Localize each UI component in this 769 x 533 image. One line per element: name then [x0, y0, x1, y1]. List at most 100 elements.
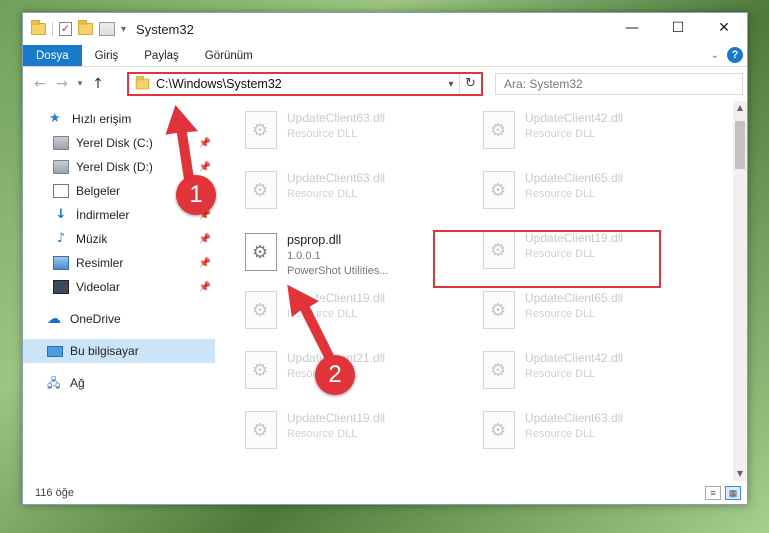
vertical-scrollbar[interactable]: ▲ ▼	[733, 101, 747, 481]
close-button[interactable]: ✕	[701, 13, 747, 43]
videos-icon	[53, 280, 69, 294]
chevron-down-icon[interactable]: ▾	[121, 24, 126, 35]
file-description: Resource DLL	[287, 188, 358, 200]
sidebar-item-network[interactable]: 🖧 Ağ	[23, 371, 215, 395]
file-name: UpdateClient63.dll	[525, 411, 624, 425]
up-button[interactable]: ↑	[87, 76, 109, 92]
file-name: UpdateClient42.dll	[525, 351, 624, 365]
address-bar[interactable]: C:\Windows\System32 ▾ ↻	[127, 72, 483, 96]
properties-check-icon[interactable]: ✓	[59, 22, 72, 36]
file-name: UpdateClient19.dll	[287, 411, 386, 425]
pin-icon[interactable]: 📌	[199, 162, 211, 173]
network-icon: 🖧	[47, 376, 61, 390]
dll-file-icon	[245, 291, 277, 329]
maximize-button[interactable]: ☐	[655, 13, 701, 43]
window-title: System32	[136, 21, 194, 37]
file-description: Resource DLL	[525, 188, 596, 200]
sidebar-item-videos[interactable]: Videolar 📌	[23, 275, 215, 299]
tab-share[interactable]: Paylaş	[131, 45, 192, 66]
details-view-icon[interactable]: ≡	[705, 486, 721, 500]
file-item[interactable]: UpdateClient42.dll Resource DLL	[483, 351, 713, 401]
sidebar-item-label: Resimler	[76, 256, 124, 270]
sidebar-item-music[interactable]: ♪ Müzik 📌	[23, 227, 215, 251]
file-item[interactable]: UpdateClient19.dll Resource DLL	[245, 291, 475, 341]
tab-view[interactable]: Görünüm	[192, 45, 266, 66]
recent-locations-button[interactable]: ▾	[73, 79, 87, 89]
address-dropdown-icon[interactable]: ▾	[443, 79, 459, 90]
sidebar-item-disk-c[interactable]: Yerel Disk (C:) 📌	[23, 131, 215, 155]
item-count: 116 öğe	[35, 487, 74, 499]
computer-icon	[47, 345, 63, 357]
sidebar-item-quick-access[interactable]: ★ Hızlı erişim	[23, 107, 215, 131]
tiles-view-icon[interactable]: ▦	[725, 486, 741, 500]
cloud-icon: ☁	[47, 311, 61, 327]
main-area: ★ Hızlı erişim Yerel Disk (C:) 📌 Yerel D…	[23, 101, 747, 481]
file-description: Resource DLL	[525, 428, 596, 440]
highlight-box	[433, 230, 661, 288]
file-name: UpdateClient19.dll	[287, 291, 386, 305]
file-item[interactable]: UpdateClient19.dll Resource DLL	[245, 411, 475, 461]
dll-file-icon	[245, 411, 277, 449]
dll-file-icon	[245, 171, 277, 209]
download-icon: ↓	[55, 207, 67, 222]
dll-file-icon	[483, 291, 515, 329]
search-input[interactable]: Ara: System32	[495, 73, 743, 95]
file-item[interactable]: UpdateClient21.dll Resource DLL	[245, 351, 475, 401]
customize-toolbar-icon[interactable]	[99, 22, 115, 36]
sidebar-item-label: Ağ	[70, 376, 85, 390]
file-item[interactable]: UpdateClient65.dll Resource DLL	[483, 291, 713, 341]
sidebar-item-label: Yerel Disk (D:)	[76, 160, 153, 174]
pin-icon[interactable]: 📌	[199, 258, 211, 269]
sidebar-item-pictures[interactable]: Resimler 📌	[23, 251, 215, 275]
file-name: UpdateClient63.dll	[287, 171, 386, 185]
music-icon: ♪	[56, 231, 66, 246]
file-description: Resource DLL	[525, 368, 596, 380]
dll-file-icon	[483, 171, 515, 209]
scroll-down-icon[interactable]: ▼	[733, 467, 747, 481]
dll-file-icon	[483, 411, 515, 449]
sidebar-item-onedrive[interactable]: ☁ OneDrive	[23, 307, 215, 331]
dll-file-icon	[245, 111, 277, 149]
tab-home[interactable]: Giriş	[82, 45, 132, 66]
file-description: Resource DLL	[287, 428, 358, 440]
file-item[interactable]: UpdateClient63.dll Resource DLL	[245, 171, 475, 221]
title-bar: ✓ ▾ System32 — ☐ ✕	[23, 13, 747, 45]
forward-button[interactable]: →	[51, 76, 73, 92]
file-description: Resource DLL	[287, 128, 358, 140]
file-version: 1.0.0.1	[287, 250, 321, 262]
separator	[52, 22, 53, 36]
file-description: Resource DLL	[525, 128, 596, 140]
address-text[interactable]: C:\Windows\System32	[156, 77, 443, 91]
folder-icon	[31, 20, 46, 35]
file-description: PowerShot Utilities...	[287, 265, 389, 277]
file-item[interactable]: UpdateClient63.dll Resource DLL	[245, 111, 475, 161]
dll-file-icon	[245, 233, 277, 271]
tab-file[interactable]: Dosya	[23, 45, 82, 66]
new-folder-icon[interactable]	[78, 20, 93, 35]
status-bar: 116 öğe ≡ ▦	[23, 482, 747, 504]
minimize-button[interactable]: —	[609, 13, 655, 43]
scroll-thumb[interactable]	[735, 121, 745, 169]
step-badge-2: 2	[315, 355, 355, 395]
sidebar-item-label: Hızlı erişim	[72, 112, 132, 126]
sidebar-item-disk-d[interactable]: Yerel Disk (D:) 📌	[23, 155, 215, 179]
pin-icon[interactable]: 📌	[199, 282, 211, 293]
file-item[interactable]: UpdateClient65.dll Resource DLL	[483, 171, 713, 221]
window-controls: — ☐ ✕	[609, 13, 747, 43]
sidebar-item-this-pc[interactable]: Bu bilgisayar	[23, 339, 215, 363]
help-icon[interactable]: ?	[727, 47, 743, 63]
navigation-pane: ★ Hızlı erişim Yerel Disk (C:) 📌 Yerel D…	[23, 101, 215, 481]
file-item[interactable]: UpdateClient63.dll Resource DLL	[483, 411, 713, 461]
back-button[interactable]: ←	[29, 76, 51, 92]
file-name: psprop.dll	[287, 233, 342, 247]
scroll-up-icon[interactable]: ▲	[733, 101, 747, 115]
pin-icon[interactable]: 📌	[199, 138, 211, 149]
dll-file-icon	[483, 111, 515, 149]
expand-ribbon-chevron-icon[interactable]: ⌄	[711, 50, 719, 61]
file-name: UpdateClient65.dll	[525, 171, 624, 185]
refresh-button[interactable]: ↻	[459, 74, 481, 94]
folder-icon	[135, 75, 150, 90]
sidebar-item-label: Bu bilgisayar	[70, 344, 139, 358]
file-item[interactable]: UpdateClient42.dll Resource DLL	[483, 111, 713, 161]
pin-icon[interactable]: 📌	[199, 234, 211, 245]
